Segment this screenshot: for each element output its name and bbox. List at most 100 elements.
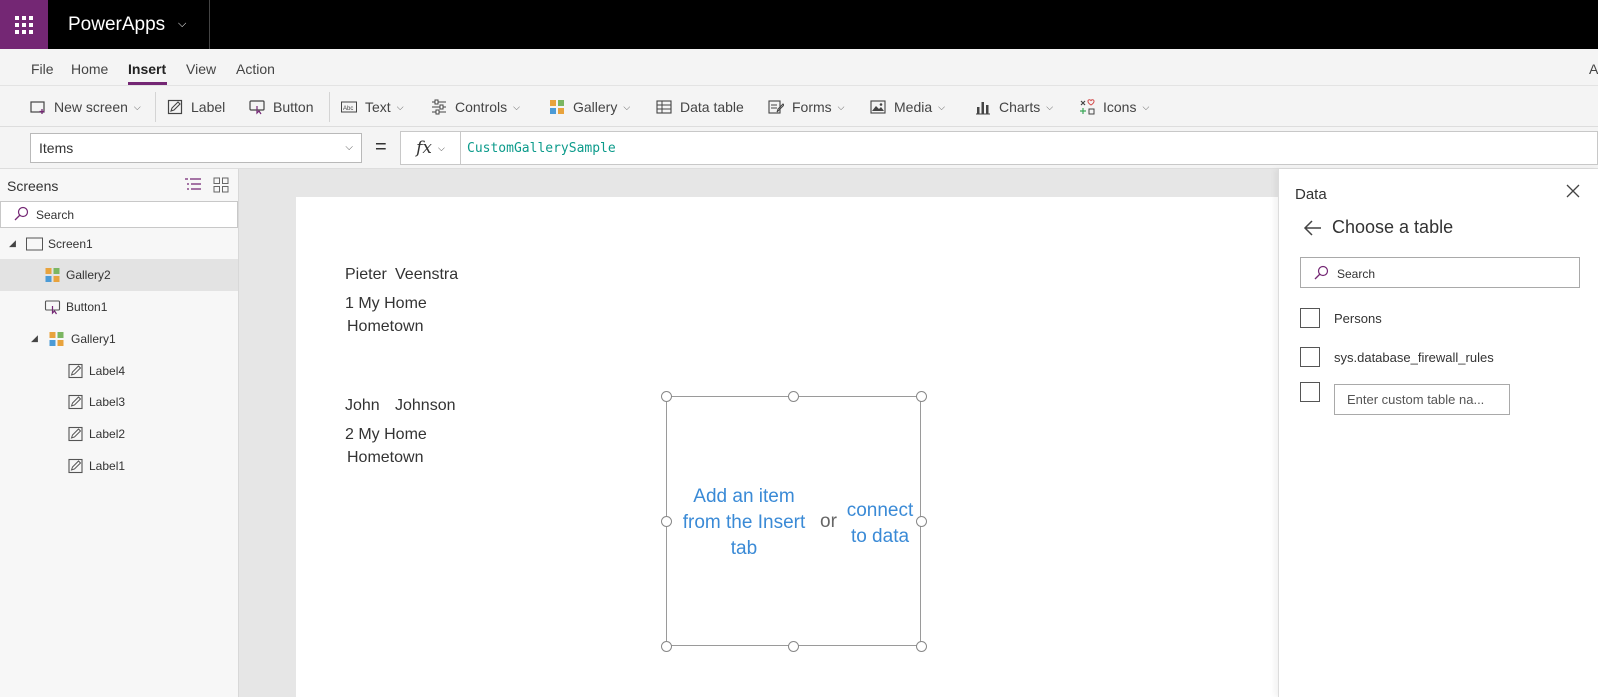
divider — [155, 92, 156, 122]
tree-item-gallery2[interactable]: Gallery2 — [0, 259, 238, 291]
tree-item-label3[interactable]: Label3 — [0, 386, 238, 418]
table-label-persons[interactable]: Persons — [1334, 311, 1382, 326]
choose-table-heading: Choose a table — [1332, 217, 1454, 237]
menu-action[interactable]: Action — [236, 61, 275, 77]
forms-icon — [768, 100, 784, 114]
menu-file[interactable]: File — [31, 61, 54, 77]
insert-charts-button[interactable]: Charts ⌵ — [975, 96, 1053, 118]
tree-item-label: Label4 — [89, 364, 126, 378]
tree-item-label: Button1 — [66, 300, 108, 314]
button-button-text: Button — [273, 99, 314, 115]
equals-sign: = — [375, 136, 387, 158]
chevron-down-icon: ⌵ — [938, 101, 945, 112]
add-item-link[interactable]: Add an item from the Insert tab — [672, 484, 816, 562]
menu-view[interactable]: View — [186, 61, 216, 77]
app-launcher-button[interactable] — [0, 0, 48, 49]
record-city[interactable]: Hometown — [347, 449, 423, 467]
data-table-icon — [656, 100, 672, 114]
search-icon — [1314, 265, 1329, 280]
record-address[interactable]: 1 My Home — [345, 295, 427, 313]
new-screen-button[interactable]: New screen ⌵ — [30, 96, 141, 118]
label-button-text: Label — [191, 99, 226, 115]
divider — [329, 92, 330, 122]
charts-icon — [976, 102, 990, 115]
table-checkbox-firewall-rules[interactable] — [1300, 347, 1320, 367]
divider — [209, 0, 210, 49]
insert-gallery-button[interactable]: Gallery ⌵ — [549, 96, 630, 118]
tree-view-icon[interactable] — [184, 177, 202, 193]
record-city[interactable]: Hometown — [347, 318, 423, 336]
property-dropdown-value: Items — [39, 140, 74, 156]
insert-data-table-button[interactable]: Data table — [656, 96, 744, 118]
new-screen-icon — [30, 101, 45, 114]
menu-home[interactable]: Home — [71, 61, 108, 77]
chevron-down-icon: ⌵ — [623, 101, 631, 112]
record-first-name[interactable]: John — [345, 397, 380, 415]
tree-item-label: Label1 — [89, 459, 126, 473]
resize-handle-left[interactable] — [661, 516, 672, 527]
record-last-name[interactable]: Veenstra — [395, 266, 458, 284]
label-icon — [68, 363, 83, 379]
chevron-down-icon: ⌵ — [1046, 101, 1054, 112]
tree-item-label: Label3 — [89, 395, 126, 409]
tree-item-button1[interactable]: Button1 — [0, 291, 238, 323]
media-button-text: Media — [894, 99, 933, 115]
table-checkbox-persons[interactable] — [1300, 308, 1320, 328]
tree-search-input[interactable]: Search — [0, 201, 238, 228]
table-search-input[interactable]: Search — [1300, 257, 1580, 288]
table-search-placeholder: Search — [1337, 267, 1376, 281]
collapse-arrow-icon[interactable]: ◢ — [31, 333, 38, 344]
resize-handle-bottom-left[interactable] — [661, 641, 672, 652]
record-last-name[interactable]: Johnson — [395, 397, 456, 415]
menu-insert[interactable]: Insert — [128, 61, 166, 77]
thumbnail-view-icon[interactable] — [213, 177, 229, 193]
app-title[interactable]: PowerApps — [68, 14, 165, 36]
record-address[interactable]: 2 My Home — [345, 426, 427, 444]
tree-item-label4[interactable]: Label4 — [0, 355, 238, 387]
active-tab-indicator — [128, 82, 167, 85]
text-input-icon: Abc — [341, 101, 357, 113]
tree-item-label1[interactable]: Label1 — [0, 450, 238, 482]
connect-to-data-link[interactable]: connect to data — [840, 498, 920, 550]
tree-item-gallery1[interactable]: ◢ Gallery1 — [0, 323, 238, 355]
record-first-name[interactable]: Pieter — [345, 266, 387, 284]
resize-handle-top-right[interactable] — [916, 391, 927, 402]
menu-bar: File Home Insert View Action A — [0, 49, 1598, 86]
text-button-text: Text — [365, 99, 391, 115]
insert-icons-button[interactable]: Icons ⌵ — [1079, 96, 1149, 118]
insert-media-button[interactable]: Media ⌵ — [870, 96, 945, 118]
gallery-icon — [49, 332, 64, 346]
resize-handle-top-left[interactable] — [661, 391, 672, 402]
gallery-button-text: Gallery — [573, 99, 618, 115]
formula-input[interactable]: CustomGallerySample — [461, 131, 1598, 165]
charts-button-text: Charts — [999, 99, 1041, 115]
custom-table-input[interactable]: Enter custom table na... — [1334, 384, 1510, 415]
custom-table-checkbox[interactable] — [1300, 382, 1320, 402]
insert-text-button[interactable]: Abc Text ⌵ — [341, 96, 404, 118]
menu-overflow[interactable]: A — [1589, 61, 1598, 77]
resize-handle-bottom-right[interactable] — [916, 641, 927, 652]
resize-handle-bottom[interactable] — [788, 641, 799, 652]
chevron-down-icon: ⌵ — [837, 101, 845, 112]
insert-button-button[interactable]: Button — [249, 96, 313, 118]
formula-bar: Items ⌵ = fx ⌵ CustomGallerySample — [0, 127, 1598, 169]
back-arrow-icon[interactable] — [1303, 219, 1323, 237]
table-label-firewall-rules[interactable]: sys.database_firewall_rules — [1334, 350, 1494, 365]
icons-icon — [1080, 99, 1095, 115]
property-dropdown[interactable]: Items ⌵ — [30, 133, 362, 163]
data-panel: Data Choose a table Search Persons sys.d… — [1278, 169, 1598, 697]
screen-icon — [26, 237, 43, 251]
collapse-arrow-icon[interactable]: ◢ — [9, 238, 16, 249]
icons-button-text: Icons — [1103, 99, 1137, 115]
fx-icon: fx — [416, 138, 433, 158]
chevron-down-icon[interactable]: ⌵ — [178, 18, 186, 31]
function-button[interactable]: fx ⌵ — [400, 131, 461, 165]
resize-handle-top[interactable] — [788, 391, 799, 402]
insert-label-button[interactable]: Label — [167, 96, 225, 118]
tree-item-label2[interactable]: Label2 — [0, 418, 238, 450]
svg-text:Abc: Abc — [343, 106, 353, 112]
insert-forms-button[interactable]: Forms ⌵ — [768, 96, 845, 118]
tree-item-screen1[interactable]: ◢ Screen1 — [0, 228, 238, 260]
close-icon[interactable] — [1565, 183, 1581, 199]
insert-controls-button[interactable]: Controls ⌵ — [431, 96, 520, 118]
